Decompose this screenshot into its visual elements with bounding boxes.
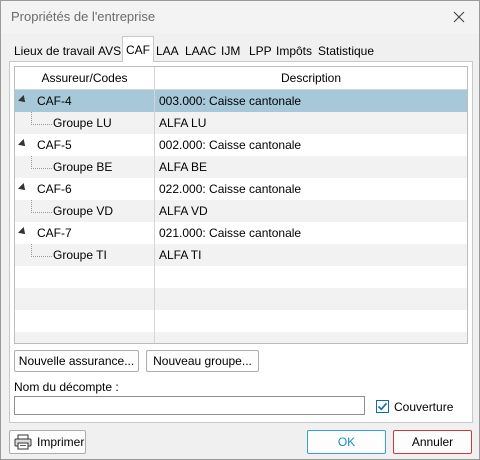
expand-triangle-icon[interactable] <box>18 139 28 149</box>
insurance-tree-grid[interactable]: Assureur/Codes Description CAF-4 003.000… <box>14 66 468 344</box>
empty-row <box>15 310 467 332</box>
empty-row <box>15 332 467 343</box>
row-code: CAF-6 <box>37 182 72 196</box>
row-code: Groupe LU <box>53 116 112 130</box>
row-description: 002.000: Caisse cantonale <box>159 138 302 152</box>
row-code: CAF-7 <box>37 226 72 240</box>
tree-connector <box>31 112 52 125</box>
tree-connector <box>31 200 52 213</box>
ok-button[interactable]: OK <box>307 430 386 454</box>
coverage-checkbox[interactable] <box>376 400 389 413</box>
table-row[interactable]: Groupe VD ALFA VD <box>15 200 467 222</box>
table-row[interactable]: CAF-5 002.000: Caisse cantonale <box>15 134 467 156</box>
printer-icon <box>14 434 32 450</box>
tab-avs[interactable]: AVS <box>95 39 124 61</box>
table-row[interactable]: Groupe BE ALFA BE <box>15 156 467 178</box>
table-row[interactable]: Groupe LU ALFA LU <box>15 112 467 134</box>
empty-row <box>15 288 467 310</box>
table-row[interactable]: CAF-4 003.000: Caisse cantonale <box>15 90 467 112</box>
close-icon <box>453 11 465 23</box>
dialog-window: Propriétés de l'entreprise Lieux de trav… <box>0 0 480 460</box>
row-description: ALFA TI <box>159 248 202 262</box>
column-header-assureur-codes[interactable]: Assureur/Codes <box>15 67 154 89</box>
tab-caf[interactable]: CAF <box>122 36 154 62</box>
checkmark-icon <box>377 402 388 411</box>
row-code: Groupe VD <box>53 204 114 218</box>
row-description: 003.000: Caisse cantonale <box>159 94 302 108</box>
new-insurance-button[interactable]: Nouvelle assurance... <box>14 350 139 372</box>
print-button[interactable]: Imprimer <box>9 430 86 454</box>
expand-triangle-icon[interactable] <box>18 227 28 237</box>
close-button[interactable] <box>439 1 479 33</box>
tree-connector <box>31 244 52 257</box>
row-code: Groupe TI <box>53 248 107 262</box>
window-title: Propriétés de l'entreprise <box>11 9 156 24</box>
row-description: ALFA BE <box>159 160 208 174</box>
tree-connector <box>31 156 52 169</box>
new-group-button[interactable]: Nouveau groupe... <box>146 350 259 372</box>
tab-impots[interactable]: Impôts <box>273 39 315 61</box>
title-bar: Propriétés de l'entreprise <box>1 1 479 33</box>
row-description: ALFA VD <box>159 204 208 218</box>
settlement-name-input[interactable] <box>14 396 365 415</box>
row-description: 022.000: Caisse cantonale <box>159 182 302 196</box>
tab-laac[interactable]: LAAC <box>182 39 219 61</box>
row-code: CAF-5 <box>37 138 72 152</box>
table-row[interactable]: CAF-6 022.000: Caisse cantonale <box>15 178 467 200</box>
empty-row <box>15 266 467 288</box>
row-code: Groupe BE <box>53 160 113 174</box>
tab-lieux-de-travail[interactable]: Lieux de travail <box>11 39 98 61</box>
column-separator <box>154 67 155 343</box>
row-code: CAF-4 <box>37 94 72 108</box>
settlement-name-label: Nom du décompte : <box>14 380 119 394</box>
coverage-label[interactable]: Couverture <box>394 400 453 414</box>
tab-ijm[interactable]: IJM <box>218 39 243 61</box>
table-row[interactable]: Groupe TI ALFA TI <box>15 244 467 266</box>
tab-statistique[interactable]: Statistique <box>315 39 377 61</box>
table-row[interactable]: CAF-7 021.000: Caisse cantonale <box>15 222 467 244</box>
expand-triangle-icon[interactable] <box>18 183 28 193</box>
grid-header: Assureur/Codes Description <box>15 67 467 90</box>
row-description: 021.000: Caisse cantonale <box>159 226 302 240</box>
column-header-description[interactable]: Description <box>155 67 467 89</box>
row-description: ALFA LU <box>159 116 207 130</box>
tab-bar: Lieux de travail AVS CAF LAA LAAC IJM LP… <box>9 36 471 62</box>
tab-laa[interactable]: LAA <box>153 39 182 61</box>
expand-triangle-icon[interactable] <box>18 95 28 105</box>
tab-lpp[interactable]: LPP <box>246 39 275 61</box>
caf-tab-panel: Assureur/Codes Description CAF-4 003.000… <box>9 61 473 423</box>
cancel-button[interactable]: Annuler <box>393 430 472 454</box>
print-label: Imprimer <box>37 435 85 449</box>
